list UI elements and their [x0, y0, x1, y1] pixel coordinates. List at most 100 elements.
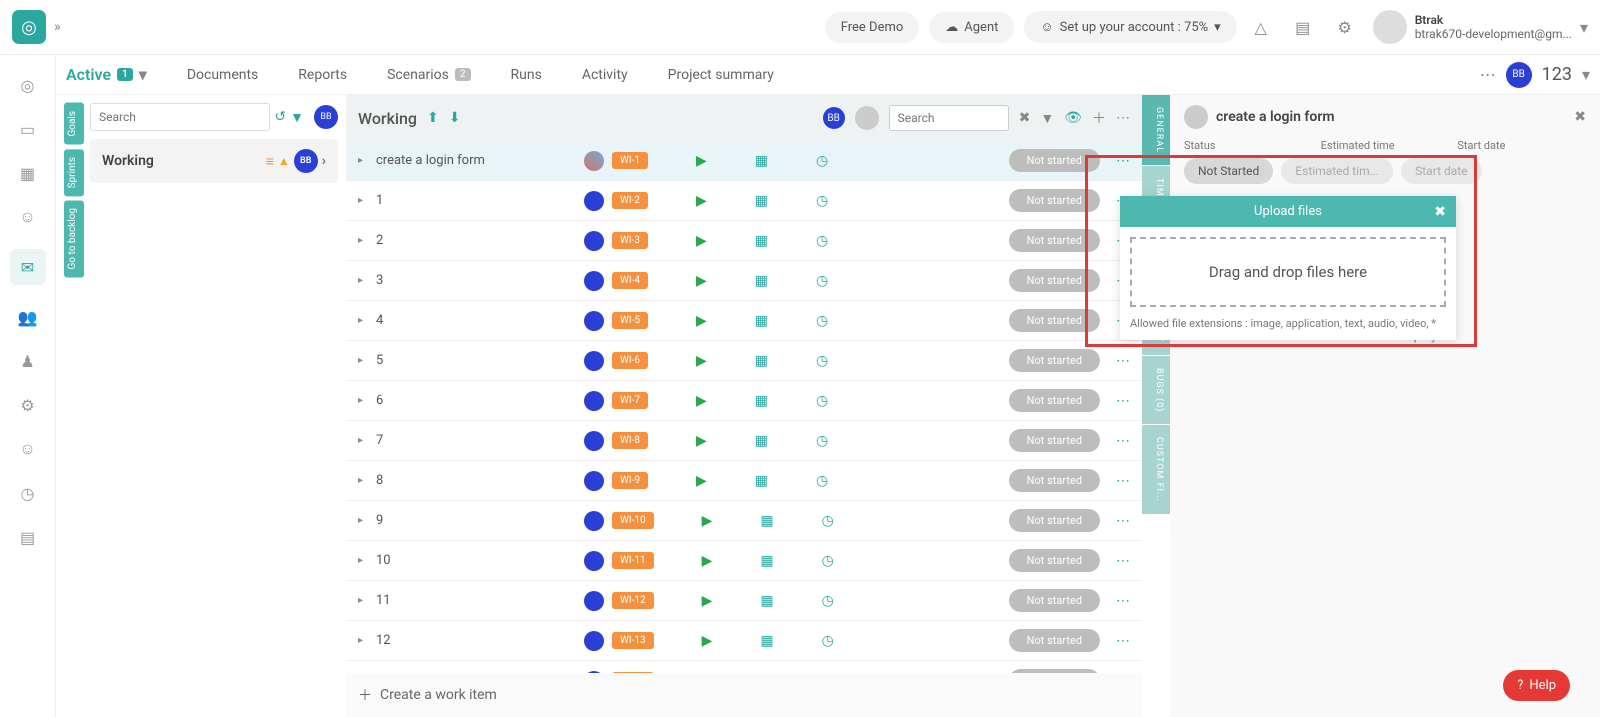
expand-caret-icon[interactable]: ▸: [358, 235, 368, 246]
nav-profile-icon[interactable]: ☺: [16, 437, 40, 461]
status-badge[interactable]: Not started: [1009, 469, 1100, 492]
calendar-icon[interactable]: ▦: [755, 153, 768, 169]
row-more-icon[interactable]: ⋯: [1116, 593, 1130, 609]
assignee-avatar[interactable]: [584, 591, 604, 611]
expand-caret-icon[interactable]: ▸: [358, 395, 368, 406]
upload-icon[interactable]: ⬆: [427, 110, 439, 126]
status-badge[interactable]: Not started: [1009, 349, 1100, 372]
detail-tab-bugs[interactable]: BUGS (0): [1142, 356, 1170, 425]
settings-gear-icon[interactable]: ⚙: [1327, 9, 1363, 45]
work-item-row[interactable]: ▸9WI-10▶▦◷Not started⋯: [346, 501, 1142, 541]
work-item-row[interactable]: ▸2WI-3▶▦◷Not started⋯: [346, 221, 1142, 261]
calendar-icon[interactable]: ▦: [755, 473, 768, 489]
eye-icon[interactable]: 👁: [1064, 110, 1082, 126]
expand-caret-icon[interactable]: ▸: [358, 195, 368, 206]
clock-icon[interactable]: ◷: [822, 553, 834, 569]
user-menu-chevron-icon[interactable]: ▾: [1580, 18, 1588, 37]
reset-icon[interactable]: ↺: [274, 109, 286, 125]
user-avatar[interactable]: [1373, 10, 1407, 44]
calendar-icon[interactable]: ▦: [755, 433, 768, 449]
close-upload-icon[interactable]: ✖: [1434, 204, 1446, 220]
tab-runs[interactable]: Runs: [511, 67, 542, 83]
play-icon[interactable]: ▶: [696, 273, 707, 289]
start-date-chip[interactable]: Start date: [1401, 158, 1481, 184]
free-demo-button[interactable]: Free Demo: [825, 12, 920, 43]
row-more-icon[interactable]: ⋯: [1116, 353, 1130, 369]
agent-button[interactable]: ☁Agent: [929, 12, 1014, 43]
add-icon[interactable]: ＋: [1092, 108, 1106, 128]
vtab-backlog[interactable]: Go to backlog: [64, 200, 84, 277]
row-more-icon[interactable]: ⋯: [1116, 513, 1130, 529]
clock-icon[interactable]: ◷: [816, 353, 828, 369]
work-item-row[interactable]: ▸11WI-12▶▦◷Not started⋯: [346, 581, 1142, 621]
play-icon[interactable]: ▶: [696, 353, 707, 369]
tab-scenarios[interactable]: Scenarios2: [387, 67, 470, 83]
expand-caret-icon[interactable]: ▸: [358, 515, 368, 526]
play-icon[interactable]: ▶: [696, 393, 707, 409]
calendar-icon[interactable]: ▦: [755, 393, 768, 409]
goals-search-input[interactable]: [90, 103, 270, 131]
filter-icon[interactable]: ▼: [1040, 110, 1054, 127]
more-icon[interactable]: ⋯: [1116, 110, 1130, 126]
status-badge[interactable]: Not started: [1009, 629, 1100, 652]
assignee-avatar[interactable]: [584, 311, 604, 331]
clock-icon[interactable]: ◷: [816, 433, 828, 449]
calendar-icon[interactable]: ▦: [755, 193, 768, 209]
nav-people-icon[interactable]: 👥: [16, 305, 40, 329]
work-item-row[interactable]: ▸create a login formWI-1▶▦◷Not started⋯: [346, 141, 1142, 181]
clock-icon[interactable]: ◷: [822, 593, 834, 609]
status-badge[interactable]: Not started: [1009, 189, 1100, 212]
status-badge[interactable]: Not started: [1009, 229, 1100, 252]
play-icon[interactable]: ▶: [702, 593, 713, 609]
status-badge[interactable]: Not started: [1009, 589, 1100, 612]
assignee-avatar[interactable]: [584, 191, 604, 211]
row-more-icon[interactable]: ⋯: [1116, 473, 1130, 489]
filter-icon[interactable]: ▼: [290, 109, 304, 126]
clear-icon[interactable]: ✖: [1019, 110, 1031, 126]
work-item-row[interactable]: ▸3WI-4▶▦◷Not started⋯: [346, 261, 1142, 301]
status-badge[interactable]: Not started: [1009, 269, 1100, 292]
play-icon[interactable]: ▶: [702, 553, 713, 569]
work-items-search-input[interactable]: [889, 105, 1009, 131]
play-icon[interactable]: ▶: [702, 513, 713, 529]
active-filter[interactable]: Active1▾: [66, 65, 147, 84]
user-info[interactable]: Btrak btrak670-development@gm...: [1415, 13, 1572, 41]
tab-activity[interactable]: Activity: [582, 67, 628, 83]
calendar-icon[interactable]: ▦: [755, 353, 768, 369]
nav-date-icon[interactable]: ▦: [16, 161, 40, 185]
assignee-avatar[interactable]: [584, 231, 604, 251]
clock-icon[interactable]: ◷: [816, 393, 828, 409]
bb-avatar-small[interactable]: BB: [823, 107, 845, 129]
calendar-icon[interactable]: ▦: [755, 233, 768, 249]
expand-caret-icon[interactable]: ▸: [358, 155, 368, 166]
clock-icon[interactable]: ◷: [822, 633, 834, 649]
estimated-time-chip[interactable]: Estimated tim...: [1281, 158, 1393, 184]
play-icon[interactable]: ▶: [696, 313, 707, 329]
play-icon[interactable]: ▶: [702, 633, 713, 649]
setup-account-button[interactable]: ☺Set up your account : 75%▾: [1024, 11, 1236, 43]
nav-gear-icon[interactable]: ⚙: [16, 393, 40, 417]
work-item-row[interactable]: ▸8WI-9▶▦◷Not started⋯: [346, 461, 1142, 501]
status-badge[interactable]: Not started: [1009, 309, 1100, 332]
assignee-avatar[interactable]: [584, 551, 604, 571]
work-item-row[interactable]: ▸6WI-7▶▦◷Not started⋯: [346, 381, 1142, 421]
app-logo[interactable]: ◎: [12, 10, 46, 44]
chevron-down-icon[interactable]: ▾: [1582, 65, 1590, 84]
clock-icon[interactable]: ◷: [816, 313, 828, 329]
row-more-icon[interactable]: ⋯: [1116, 153, 1130, 169]
status-badge[interactable]: Not started: [1009, 389, 1100, 412]
play-icon[interactable]: ▶: [696, 233, 707, 249]
assignee-avatar[interactable]: [584, 511, 604, 531]
vtab-sprints[interactable]: Sprints: [64, 149, 84, 196]
nav-clock-icon[interactable]: ◷: [16, 481, 40, 505]
work-item-row[interactable]: ▸10WI-11▶▦◷Not started⋯: [346, 541, 1142, 581]
status-badge[interactable]: Not started: [1009, 549, 1100, 572]
status-badge[interactable]: Not started: [1009, 429, 1100, 452]
row-more-icon[interactable]: ⋯: [1116, 553, 1130, 569]
calendar-icon[interactable]: ▦: [755, 273, 768, 289]
tab-project-summary[interactable]: Project summary: [668, 67, 774, 83]
assignee-avatar[interactable]: [1184, 105, 1208, 129]
expand-caret-icon[interactable]: ▸: [358, 315, 368, 326]
nav-person-icon[interactable]: ☺: [16, 205, 40, 229]
nav-briefcase-icon[interactable]: ✉: [10, 249, 46, 285]
